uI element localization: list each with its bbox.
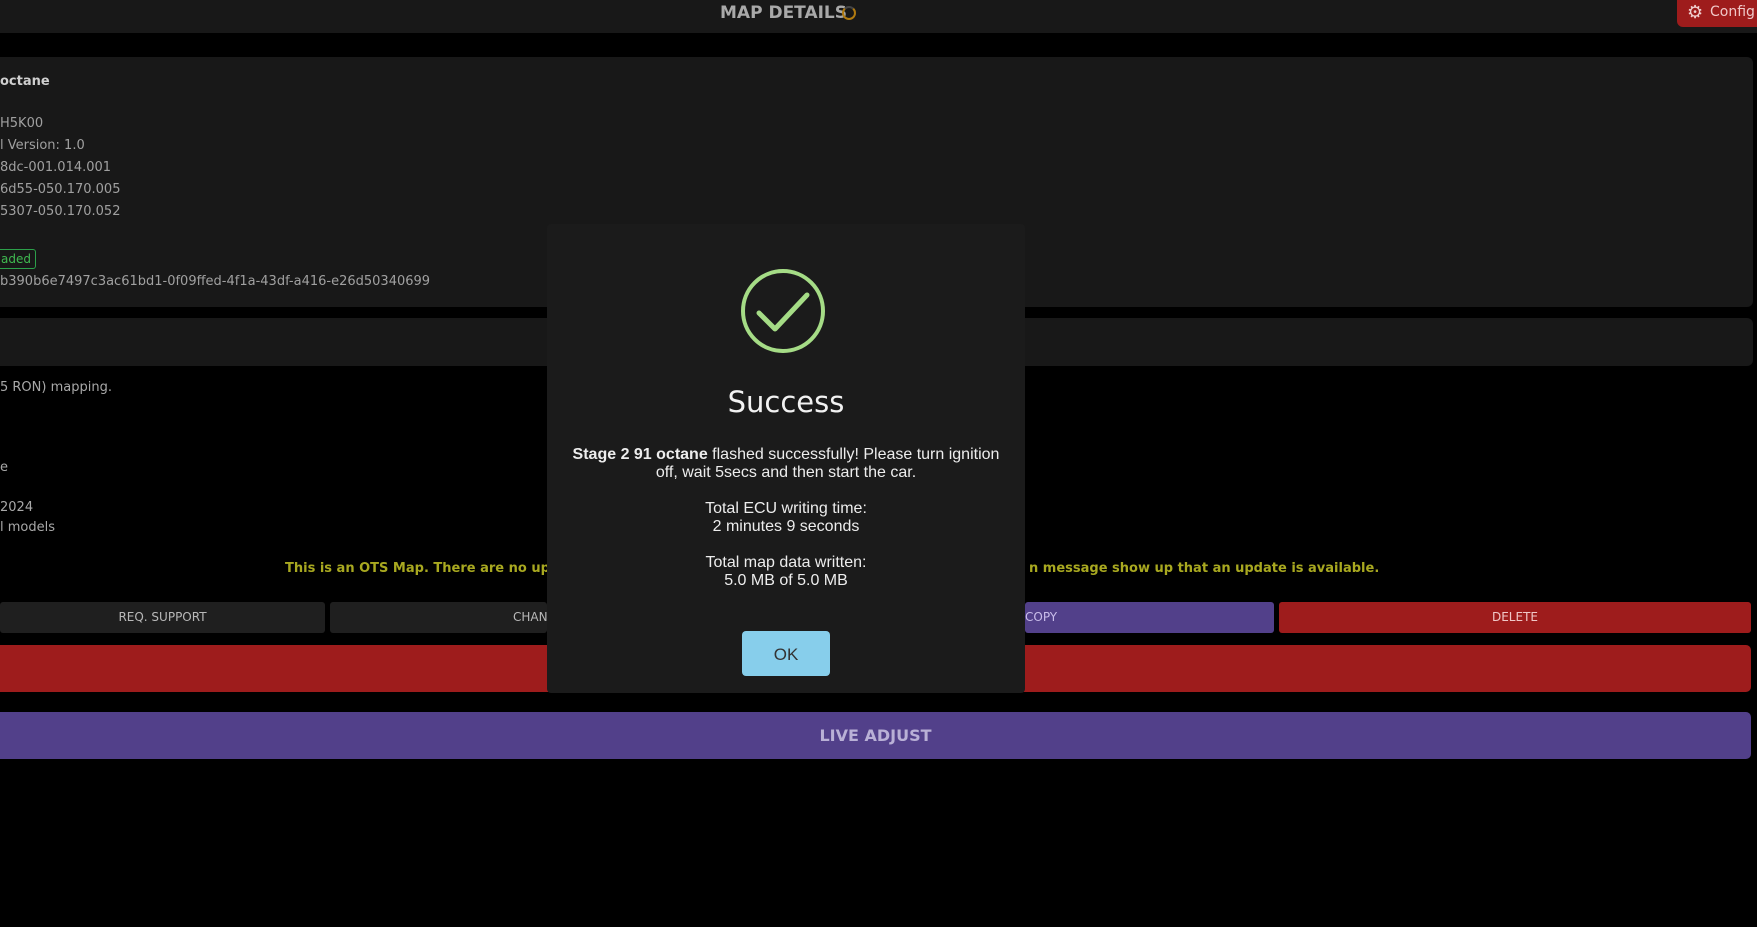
writing-time-value: 2 minutes 9 seconds (712, 518, 860, 535)
writing-time-label: Total ECU writing time: (705, 500, 867, 517)
success-dialog: Success Stage 2 91 octane flashed succes… (547, 224, 1025, 693)
dialog-message: Stage 2 91 octane flashed successfully! … (567, 446, 1005, 482)
modal-overlay: Success Stage 2 91 octane flashed succes… (0, 0, 1757, 927)
success-check-icon (741, 269, 825, 353)
data-written-label: Total map data written: (705, 554, 867, 571)
dialog-title: Success (727, 385, 845, 419)
message-text: flashed successfully! Please turn igniti… (655, 446, 1000, 481)
data-written-value: 5.0 MB of 5.0 MB (724, 572, 848, 589)
map-name-bold: Stage 2 91 octane (572, 446, 708, 463)
ok-button[interactable]: OK (742, 631, 830, 676)
